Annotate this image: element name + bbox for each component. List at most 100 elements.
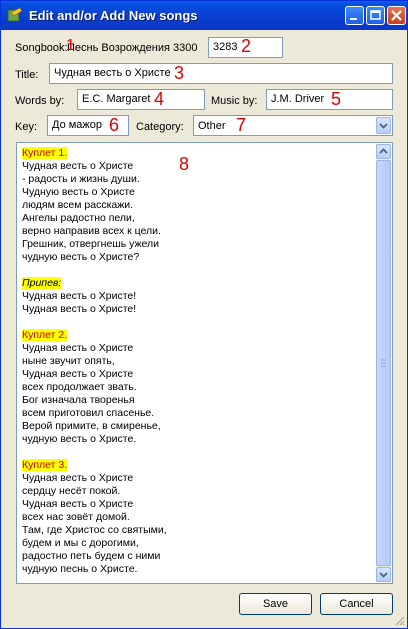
lyrics-text: Чудная весть о Христе! [22,290,137,302]
lyrics-text: чудную песнь о Христе. [22,563,138,575]
verse-heading: Куплет 3. [22,459,68,471]
annotation-5: 5 [331,89,342,109]
annotation-1: 1 [66,37,75,54]
lyrics-line: Чудная весть о Христе [22,160,377,173]
app-icon [7,7,23,23]
lyrics-text: всех продолжает звать. [22,381,137,393]
title-field[interactable]: Чудная весть о Христе [49,63,393,84]
lyrics-text: - радость и жизнь души. [22,173,140,185]
maximize-button[interactable] [366,6,385,25]
chorus-heading: Припев: [22,277,62,289]
lyrics-line: Чудная весть о Христе [22,342,377,355]
maximize-icon [370,10,381,20]
lyrics-text: Ангелы радостно пели, [22,212,135,224]
lyrics-text: всем приготовил спасенье. [22,407,155,419]
lyrics-textarea[interactable]: Куплет 1. Чудная весть о Христе - радость … [16,142,393,584]
lyrics-text: Чудная весть о Христе [22,160,134,172]
lyrics-line: Грешник, отвергнешь ужели [22,238,377,251]
scroll-up-button[interactable] [376,144,391,159]
lyrics-line: сердцу несёт покой. [22,485,377,498]
lyrics-text: Грешник, отвергнешь ужели [22,238,160,250]
lyrics-line: Ангелы радостно пели, [22,212,377,225]
lyrics-text: Чудная весть о Христе [22,368,134,380]
lyrics-line: Куплет 2. [22,329,377,342]
annotation-4: 4 [154,89,165,109]
lyrics-text: радостно петь будем с ними [22,550,161,562]
lyrics-text: ныне звучит опять, [22,355,115,367]
lyrics-text: чудную весть о Христе. [22,433,137,445]
words-by-field[interactable]: E.C. Margaret [77,89,205,110]
songbook-label: Songbook: [15,42,68,54]
grip-icon [381,359,386,367]
lyrics-line: чудную песнь о Христе. [22,563,377,576]
music-by-label: Music by: [211,95,258,107]
scroll-thumb[interactable] [376,160,391,566]
lyrics-line: Куплет 1. [22,147,377,160]
chevron-down-icon [379,572,388,578]
lyrics-text: Верой примите, в смиренье, [22,420,161,432]
lyrics-line: Чудная весть о Христе [22,472,377,485]
lyrics-line: Куплет 3. [22,459,377,472]
lyrics-line: ныне звучит опять, [22,355,377,368]
chevron-up-icon [379,148,388,154]
lyrics-line [22,264,377,277]
resize-grip-icon[interactable] [393,614,405,626]
lyrics-line: - радость и жизнь души. [22,173,377,186]
lyrics-text: Чудная весть о Христе! [22,303,137,315]
scroll-down-button[interactable] [376,567,391,582]
lyrics-text: верно направив всех к цели. [22,225,161,237]
lyrics-line: всех нас зовёт домой. [22,511,377,524]
lyrics-line: всех продолжает звать. [22,381,377,394]
lyrics-text: всех нас зовёт домой. [22,511,130,523]
lyrics-line: Чудную весть о Христе [22,186,377,199]
words-by-label: Words by: [15,95,65,107]
minimize-button[interactable] [345,6,364,25]
lyrics-text: сердцу несёт покой. [22,485,121,497]
lyrics-line: Чудная весть о Христе [22,498,377,511]
lyrics-line: Припев: [22,277,377,290]
category-label: Category: [136,121,184,133]
lyrics-line: верно направив всех к цели. [22,225,377,238]
close-icon [391,10,402,21]
lyrics-line: Верой примите, в смиренье, [22,420,377,433]
lyrics-text: Чудная весть о Христе [22,472,134,484]
songbook-name: Песнь Возрождения 3300 [67,42,198,54]
lyrics-line: будем и мы с дорогими, [22,537,377,550]
lyrics-line: Чудная весть о Христе! [22,303,377,316]
title-label: Title: [15,69,39,81]
annotation-6: 6 [109,115,120,135]
lyrics-line: Чудная весть о Христе! [22,290,377,303]
lyrics-text: Там, где Христос со святыми, [22,524,167,536]
lyrics-line: Бог изначала творенья [22,394,377,407]
lyrics-line [22,446,377,459]
annotation-7: 7 [236,115,247,135]
lyrics-line: радостно петь будем с ними [22,550,377,563]
minimize-icon [350,18,357,20]
annotation-8: 8 [179,154,190,174]
lyrics-content: Куплет 1. Чудная весть о Христе - радость … [22,147,377,576]
lyrics-line: чудную весть о Христе. [22,433,377,446]
category-value: Other [198,120,226,132]
annotation-2: 2 [241,36,252,56]
lyrics-line: Чудная весть о Христе [22,368,377,381]
lyrics-text: людям всем расскажи. [22,199,134,211]
title-bar[interactable]: Edit and/or Add New songs [1,1,407,30]
lyrics-text: чудную весть о Христе? [22,251,140,263]
chevron-down-icon [379,123,388,129]
lyrics-text: Чудная весть о Христе [22,342,134,354]
music-by-field[interactable]: J.M. Driver [266,89,393,110]
category-select[interactable]: Other [193,115,393,136]
cancel-button[interactable]: Cancel [320,593,393,615]
lyrics-line: всем приготовил спасенье. [22,407,377,420]
lyrics-text: будем и мы с дорогими, [22,537,139,549]
save-button[interactable]: Save [239,593,312,615]
annotation-3: 3 [174,63,185,83]
close-button[interactable] [387,6,406,25]
lyrics-scrollbar[interactable] [376,144,391,582]
dialog-window: Edit and/or Add New songs Songbook: Песн… [0,0,408,629]
key-label: Key: [15,121,38,133]
category-dropdown-button[interactable] [376,117,391,134]
verse-heading: Куплет 2. [22,329,68,341]
lyrics-line: чудную весть о Христе? [22,251,377,264]
verse-heading: Куплет 1. [22,147,68,159]
